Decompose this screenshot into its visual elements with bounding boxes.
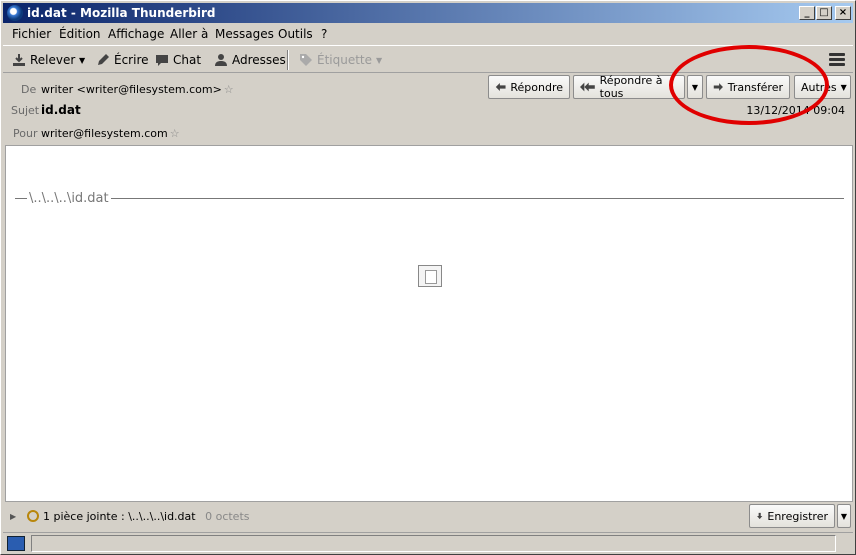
attachment-summary: 1 pièce jointe : — [43, 510, 125, 523]
get-mail-dropdown[interactable]: ▼ — [79, 51, 85, 69]
download-icon — [13, 54, 25, 66]
subject-label: Sujet — [11, 104, 40, 117]
reply-all-button[interactable]: Répondre à tous — [573, 74, 685, 100]
to-label: Pour — [13, 127, 38, 140]
get-mail-button[interactable]: Relever — [12, 51, 75, 69]
addresses-label: Adresses — [232, 53, 286, 67]
tag-label: Étiquette — [317, 53, 373, 67]
reply-button[interactable]: Répondre — [488, 75, 570, 99]
main-toolbar: Relever ▼ Écrire Chat Adresses Étiquette… — [3, 45, 853, 72]
from-label: De — [21, 83, 37, 96]
reply-arrow-icon — [495, 82, 506, 92]
to-value[interactable]: writer@filesystem.com ☆ — [41, 127, 180, 140]
from-value[interactable]: writer <writer@filesystem.com> ☆ — [41, 83, 234, 96]
toolbar-separator — [287, 50, 289, 70]
chat-bubble-icon — [156, 55, 168, 66]
menu-edition[interactable]: Édition — [59, 27, 101, 41]
addresses-button[interactable]: Adresses — [214, 51, 286, 69]
menu-aller-a[interactable]: Aller à — [170, 27, 208, 41]
get-mail-label: Relever — [30, 53, 76, 67]
subject-value: id.dat — [41, 103, 81, 117]
save-dropdown[interactable]: ▼ — [837, 504, 851, 528]
reply-all-icon — [580, 82, 595, 92]
star-icon[interactable]: ☆ — [170, 127, 180, 140]
pencil-icon — [98, 54, 109, 65]
menu-messages[interactable]: Messages — [215, 27, 274, 41]
chat-label: Chat — [173, 53, 202, 67]
title-bar: id.dat - Mozilla Thunderbird _ □ × — [3, 3, 853, 23]
status-text-panel — [31, 535, 836, 552]
chevron-down-icon: ▼ — [840, 82, 847, 92]
save-button[interactable]: Enregistrer — [749, 504, 835, 528]
message-header: De writer <writer@filesystem.com> ☆ Sujet… — [3, 72, 853, 144]
write-label: Écrire — [114, 53, 149, 67]
other-actions-button[interactable]: Autres ▼ — [794, 75, 851, 99]
close-icon[interactable]: × — [835, 6, 851, 20]
menu-bar: Fichier Édition Affichage Aller à Messag… — [3, 24, 853, 44]
status-bar — [3, 532, 853, 553]
attachment-info[interactable]: 1 pièce jointe : \..\..\..\id.dat 0 octe… — [43, 510, 250, 523]
forward-button[interactable]: Transférer — [706, 75, 790, 99]
attachment-bar: ▶ 1 pièce jointe : \..\..\..\id.dat 0 oc… — [3, 502, 853, 532]
tag-icon — [300, 54, 312, 66]
other-label: Autres — [801, 80, 837, 94]
minimize-icon[interactable]: _ — [799, 6, 815, 20]
download-icon — [757, 512, 763, 520]
window-title: id.dat - Mozilla Thunderbird — [27, 6, 216, 20]
message-body: \..\..\..\id.dat — [5, 145, 853, 502]
tag-button[interactable]: Étiquette ▼ — [299, 51, 382, 69]
paperclip-icon — [27, 510, 39, 522]
write-button[interactable]: Écrire — [96, 51, 149, 69]
save-label: Enregistrer — [767, 509, 828, 523]
menu-outils[interactable]: Outils — [278, 27, 313, 41]
message-date: 13/12/2014 09:04 — [746, 104, 845, 117]
thunderbird-window: id.dat - Mozilla Thunderbird _ □ × Fichi… — [0, 0, 856, 555]
inline-attachment-separator: \..\..\..\id.dat — [15, 191, 844, 206]
tag-dropdown-icon: ▼ — [376, 55, 383, 65]
menu-affichage[interactable]: Affichage — [108, 27, 164, 41]
reply-all-label: Répondre à tous — [599, 74, 663, 100]
star-icon[interactable]: ☆ — [224, 83, 234, 96]
attachment-filename: \..\..\..\id.dat — [128, 510, 196, 523]
chat-button[interactable]: Chat — [155, 51, 201, 69]
app-menu-icon[interactable] — [829, 53, 845, 67]
contact-icon — [215, 54, 227, 66]
menu-fichier[interactable]: Fichier — [12, 27, 51, 41]
menu-help[interactable]: ? — [321, 27, 327, 41]
maximize-icon[interactable]: □ — [816, 6, 832, 20]
broken-image-icon — [418, 265, 442, 287]
attachment-size: 0 octets — [205, 510, 250, 523]
thunderbird-app-icon — [7, 5, 23, 21]
forward-arrow-icon — [713, 83, 723, 91]
forward-label: Transférer — [727, 80, 783, 94]
reply-label: Répondre — [510, 80, 563, 94]
reply-all-dropdown[interactable]: ▼ — [687, 75, 703, 99]
inline-attachment-name: \..\..\..\id.dat — [29, 191, 109, 206]
online-status-icon[interactable] — [7, 536, 25, 551]
expand-toggle-icon[interactable]: ▶ — [10, 512, 16, 521]
